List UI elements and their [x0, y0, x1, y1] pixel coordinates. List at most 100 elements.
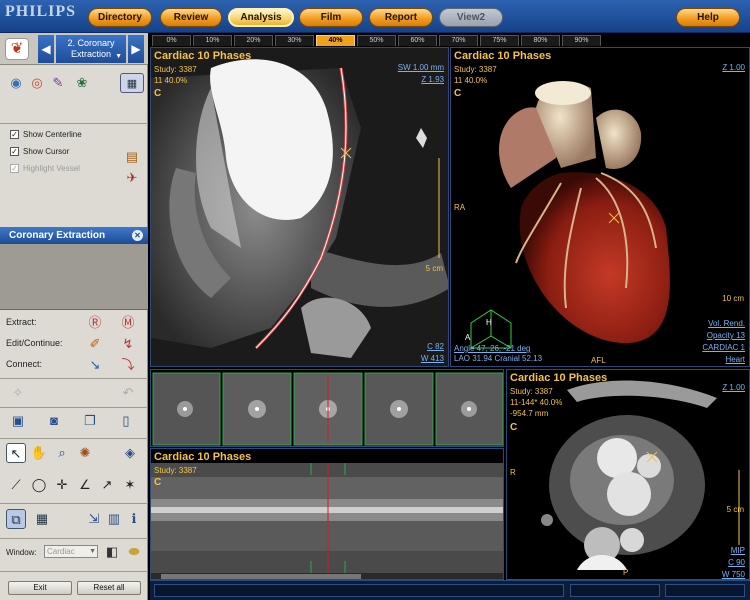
edit-vessel-icon[interactable]: ✐ [85, 334, 105, 354]
zoom-magnifier-icon[interactable]: ⌕ [52, 443, 72, 463]
status-field [570, 584, 660, 597]
copy-icon[interactable]: ❐ [80, 411, 100, 431]
volume-render-viewport[interactable]: Cardiac 10 Phases Study: 3387 11 40.0% C… [450, 47, 750, 367]
protocol-step-selector[interactable]: 2. Coronary Extraction ▼ [56, 35, 126, 63]
zoom-value[interactable]: Z 1.00 [722, 382, 745, 393]
show-cursor-checkbox[interactable]: ✓ Show Cursor [10, 147, 69, 161]
line-measure-icon[interactable]: ⟋ [6, 475, 26, 495]
next-step-button[interactable]: ▶ [128, 35, 144, 63]
coronary-extraction-header: Coronary Extraction ✕ [0, 227, 148, 244]
extract-rca-icon[interactable]: Ⓡ [85, 313, 105, 333]
export-icon[interactable]: ⇲ [84, 509, 104, 529]
phase-tab[interactable]: 90% [562, 35, 601, 46]
highlight-vessel-checkbox[interactable]: ✓ Highlight Vessel [10, 164, 80, 178]
display-settings-icon[interactable]: ▤ [122, 147, 142, 167]
layout-grid-icon[interactable]: ▦ [32, 509, 52, 529]
phase-tab[interactable]: 0% [152, 35, 191, 46]
phase-tab[interactable]: 40% [316, 35, 355, 46]
nav-directory-button[interactable]: Directory [88, 8, 152, 27]
show-centerline-checkbox[interactable]: ✓ Show Centerline [10, 130, 82, 144]
layout-menu-icon[interactable]: ▦ [120, 73, 144, 93]
heart-protocol-icon[interactable]: ❦ [5, 38, 29, 60]
nav-film-button[interactable]: Film [299, 8, 363, 27]
philips-logo: PHILIPS [5, 3, 77, 20]
window-gradient-icon[interactable]: ◧ [102, 542, 122, 562]
pointer-disabled-icon[interactable]: ✧ [8, 383, 28, 403]
phase-tab[interactable]: 80% [521, 35, 560, 46]
divider [0, 503, 148, 504]
film-icon[interactable]: ▥ [104, 509, 124, 529]
cardiac-phase-bar: 0% 10% 20% 30% 40% 50% 60% 70% 75% 80% 90% [150, 34, 601, 46]
viewport-title: Cardiac 10 Phases [454, 50, 552, 62]
nav-help-button[interactable]: Help [676, 8, 740, 27]
window-preset-select[interactable]: Cardiac ▼ [44, 545, 98, 558]
collapse-icon[interactable]: ✕ [132, 230, 143, 241]
phase-tab[interactable]: 30% [275, 35, 314, 46]
curved-mpr-viewport[interactable]: Cardiac 10 Phases Study: 3387 11 40.0% C… [150, 47, 449, 367]
phase-tab[interactable]: 20% [234, 35, 273, 46]
phase-tab[interactable]: 50% [357, 35, 396, 46]
chevron-down-icon: ▼ [89, 548, 96, 555]
window-center[interactable]: C 82 [427, 341, 444, 352]
text-annotation-icon[interactable]: ✶ [120, 475, 140, 495]
coronary-extraction-list[interactable] [0, 244, 148, 310]
render-mode[interactable]: MIP [731, 545, 745, 556]
straightened-vessel-viewport[interactable]: Cardiac 10 Phases Study: 3387 C [150, 448, 504, 580]
cross-section-strip[interactable] [150, 369, 504, 447]
phase-tab[interactable]: 10% [193, 35, 232, 46]
crosshair-icon[interactable]: ✛ [52, 475, 72, 495]
exit-button[interactable]: Exit [8, 581, 72, 595]
highlight-vessel-icon[interactable]: ✈ [122, 168, 142, 188]
window-preset-icon[interactable]: ⬬ [124, 542, 144, 562]
layout-1-icon[interactable]: ⧉ [6, 509, 26, 529]
arrow-annotation-icon[interactable]: ↗ [97, 475, 117, 495]
vessel-tree-icon[interactable]: ❀ [72, 73, 92, 93]
cube-a-label: A [465, 333, 471, 342]
axial-viewport[interactable]: Cardiac 10 Phases Study: 3387 11-144* 40… [506, 369, 750, 580]
pointer-tool-icon[interactable]: ↖ [6, 443, 26, 463]
nav-view2-button[interactable]: View2 [439, 8, 503, 27]
rotate-icon[interactable]: ✺ [75, 443, 95, 463]
zoom-value[interactable]: Z 1.00 [722, 62, 745, 73]
window-width[interactable]: W 413 [421, 353, 444, 364]
slice-position: -954.7 mm [510, 409, 549, 418]
book-icon[interactable]: ▯ [116, 411, 136, 431]
opacity-value[interactable]: Opacity 13 [707, 330, 745, 341]
cross-section-images [151, 370, 503, 446]
disconnect-vessel-icon[interactable]: ⤵ [118, 355, 138, 375]
slab-width[interactable]: SW 1.00 mm [398, 62, 444, 73]
scale-label: 10 cm [722, 294, 744, 303]
nav-review-button[interactable]: Review [160, 8, 222, 27]
info-icon[interactable]: ℹ [124, 509, 144, 529]
divider [0, 123, 148, 124]
checkbox-checked-icon: ✓ [10, 164, 19, 174]
phase-tab[interactable]: 60% [398, 35, 437, 46]
camera-icon[interactable]: ◙ [44, 411, 64, 431]
undo-icon[interactable]: ↶ [118, 383, 138, 403]
vessel-paint-icon[interactable]: ✎ [48, 73, 68, 93]
vessel-select-icon[interactable]: ◉ [6, 73, 26, 93]
render-preset[interactable]: CARDIAC 1 [702, 342, 745, 353]
continue-vessel-icon[interactable]: ↯ [118, 334, 138, 354]
window-center[interactable]: C 90 [728, 557, 745, 568]
extract-lm-icon[interactable]: Ⓜ [118, 313, 138, 333]
pan-hand-icon[interactable]: ✋ [29, 443, 49, 463]
angle-measure-icon[interactable]: ∠ [75, 475, 95, 495]
ellipse-roi-icon[interactable]: ◯ [29, 475, 49, 495]
nav-analysis-button[interactable]: Analysis [228, 8, 294, 27]
divider [0, 407, 148, 408]
render-mode[interactable]: Vol. Rend. [708, 318, 745, 329]
3d-cube-icon[interactable]: ◈ [120, 443, 140, 463]
window-width[interactable]: W 750 [722, 569, 745, 579]
nav-report-button[interactable]: Report [369, 8, 433, 27]
phase-tab[interactable]: 70% [439, 35, 478, 46]
render-object[interactable]: Heart [725, 354, 745, 365]
connect-vessel-icon[interactable]: ↘ [85, 355, 105, 375]
phase-tab[interactable]: 75% [480, 35, 519, 46]
reset-all-button[interactable]: Reset all [77, 581, 141, 595]
save-icon[interactable]: ▣ [8, 411, 28, 431]
angle-readout[interactable]: Angle 47, 26, -21 deg [454, 344, 531, 353]
zoom-value[interactable]: Z 1.93 [421, 74, 444, 85]
vessel-add-icon[interactable]: ◎ [27, 73, 47, 93]
previous-step-button[interactable]: ◀ [38, 35, 54, 63]
